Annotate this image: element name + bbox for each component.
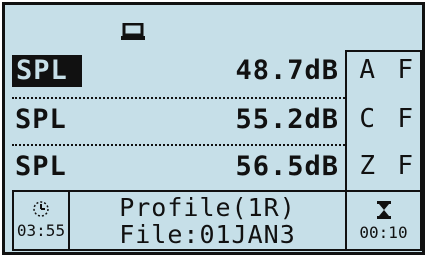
laptop-icon [121,23,145,40]
row-label: SPL [15,104,67,135]
frequency-weighting: Z [359,151,375,181]
row-value: 56.5dB [235,151,339,182]
time-weighting: F [397,55,413,85]
frequency-weighting: C [359,104,375,134]
row-label-selected: SPL [12,55,82,87]
weighting-column-border [345,50,347,192]
elapsed-time-cell: 03:55 [14,192,68,254]
file-name: File:01JAN3 [119,220,296,249]
row-value: 55.2dB [235,104,339,135]
timer-value: 00:10 [359,223,408,242]
measurement-row-2[interactable]: SPL 55.2dB C F [12,101,425,139]
row-label: SPL [15,151,67,182]
clock-icon [33,201,49,217]
timer-cell: 00:10 [347,192,420,254]
footer-right-border [420,190,422,250]
row-divider [12,97,345,99]
profile-name: Profile(1R) [119,193,296,222]
weighting-column-top-border [345,50,422,52]
row-value: 48.7dB [235,55,339,86]
measurement-row-3[interactable]: SPL 56.5dB Z F [12,148,425,186]
row-divider [12,144,345,146]
sound-level-meter-screen: SPL 48.7dB A F SPL 55.2dB C F SPL 56.5dB… [2,2,425,255]
time-weighting: F [397,151,413,181]
elapsed-time: 03:55 [16,221,66,240]
frequency-weighting: A [359,55,375,85]
measurement-row-1[interactable]: SPL 48.7dB A F [12,52,425,90]
hourglass-icon [376,201,391,219]
profile-file-cell: Profile(1R) File:01JAN3 [70,194,345,256]
weighting-column-right-border [420,50,422,192]
time-weighting: F [397,104,413,134]
